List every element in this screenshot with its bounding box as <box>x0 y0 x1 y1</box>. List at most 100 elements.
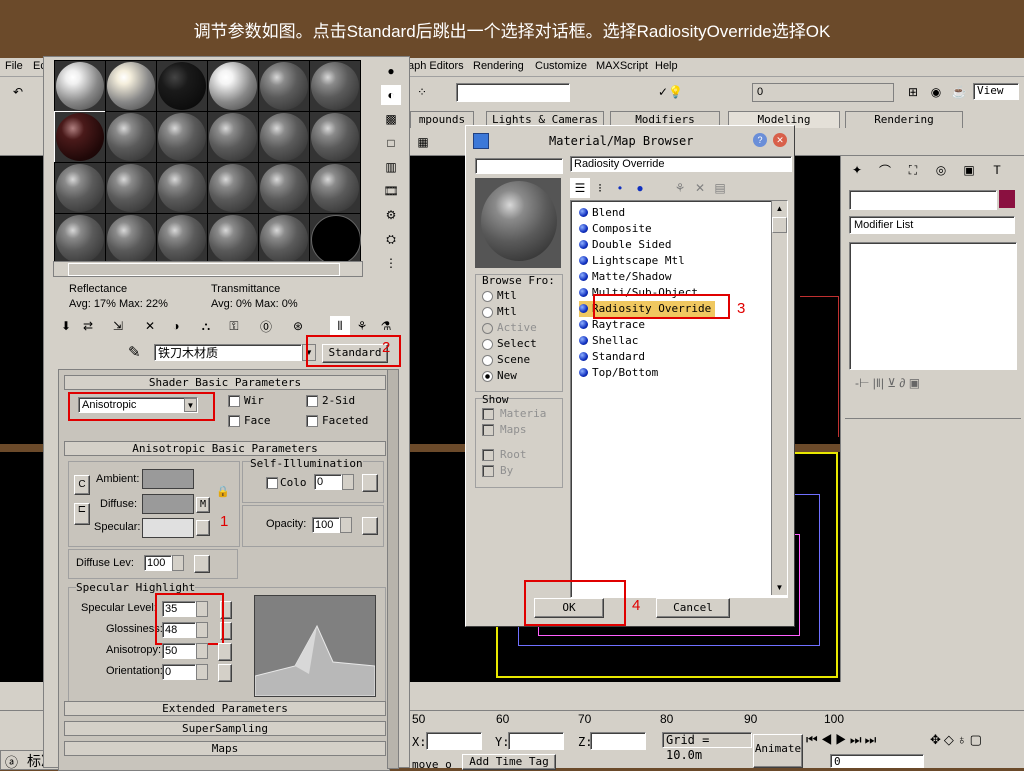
options-icon[interactable]: ⚙ <box>381 205 401 225</box>
orientation-spinner[interactable] <box>196 664 208 680</box>
slots-scrollbar[interactable] <box>53 261 363 277</box>
render-icon[interactable]: ☕ <box>949 82 969 102</box>
material-type-item[interactable]: Standard <box>579 349 769 365</box>
material-effects-channel-icon[interactable]: ⚿ <box>224 316 244 336</box>
clear-icon[interactable]: ▤ <box>710 178 730 198</box>
animate-button[interactable]: Animate <box>753 734 803 768</box>
opacity-map-button[interactable] <box>362 517 378 535</box>
lock-icon[interactable]: 🔒 <box>216 485 230 498</box>
sample-slot[interactable] <box>105 60 157 112</box>
sample-slot[interactable] <box>207 213 259 265</box>
diffuse-level-field[interactable]: 100 <box>144 555 172 571</box>
modifier-stack[interactable] <box>849 242 1017 370</box>
sample-slot[interactable] <box>105 111 157 163</box>
put-to-scene-icon[interactable]: ⇄ <box>78 316 98 336</box>
material-type-item[interactable]: Blend <box>579 205 769 221</box>
selection-set-dropdown[interactable] <box>752 83 894 102</box>
anisotropy-map-button[interactable] <box>218 643 232 661</box>
material-type-item[interactable]: Double Sided <box>579 237 769 253</box>
show-map-in-viewport-icon[interactable]: ⓪ <box>256 316 276 336</box>
self-illum-map-button[interactable] <box>362 474 378 492</box>
reset-map-icon[interactable]: ✕ <box>140 316 160 336</box>
list-scrollbar[interactable]: ▲ ▼ <box>771 201 787 595</box>
display-tab-icon[interactable]: ▣ <box>959 160 979 180</box>
material-name-field[interactable]: 铁刀木材质 <box>154 344 302 361</box>
sample-slot[interactable] <box>258 111 310 163</box>
material-type-item[interactable]: Composite <box>579 221 769 237</box>
help-icon[interactable]: ? <box>753 133 767 147</box>
sample-slot[interactable] <box>54 213 106 265</box>
make-preview-icon[interactable]: 🎞 <box>381 181 401 201</box>
sample-slot[interactable] <box>309 213 361 265</box>
ambient-color-swatch[interactable] <box>142 469 194 489</box>
material-type-list[interactable]: Blend Composite Double Sided Lightscape Mtl… <box>570 200 788 598</box>
sample-slot[interactable] <box>54 60 106 112</box>
orientation-map-button[interactable] <box>218 664 232 682</box>
show-end-result-icon[interactable]: ⊛ <box>288 316 308 336</box>
diffuse-level-map-button[interactable] <box>194 555 210 573</box>
view-list-icon[interactable]: ☰ <box>570 178 590 198</box>
sample-slot[interactable] <box>156 162 208 214</box>
shader-basic-rollout[interactable]: Shader Basic Parameters <box>64 375 386 390</box>
view-large-icons-icon[interactable]: ● <box>630 178 650 198</box>
tab-rendering[interactable]: Rendering <box>845 111 963 128</box>
create-tab-icon[interactable]: ✦ <box>847 160 867 180</box>
parameters-scrollbar[interactable] <box>387 369 399 769</box>
browse-selected-radio[interactable] <box>482 339 493 350</box>
modifier-list-dropdown[interactable]: Modifier List <box>849 216 1015 234</box>
sample-slot[interactable] <box>258 60 310 112</box>
close-icon[interactable]: ✕ <box>773 133 787 147</box>
select-icon[interactable]: ⁘ <box>412 82 432 102</box>
sample-slot[interactable] <box>309 60 361 112</box>
make-unique-icon[interactable]: ◑ <box>166 316 186 336</box>
sample-slot[interactable] <box>105 213 157 265</box>
schematic-icon[interactable]: ⊞ <box>903 82 923 102</box>
material-editor-icon[interactable]: ◉ <box>926 82 946 102</box>
select-by-material-icon[interactable]: ⛭ <box>381 229 401 249</box>
sample-slot[interactable] <box>309 162 361 214</box>
frame-field[interactable]: 0 <box>830 754 924 768</box>
object-name-field[interactable] <box>849 190 997 210</box>
browse-new-radio[interactable] <box>482 371 493 382</box>
material-type-item[interactable]: Lightscape Mtl <box>579 253 769 269</box>
menu-customize[interactable]: Customize <box>535 60 587 72</box>
menu-help[interactable]: Help <box>655 60 678 72</box>
update-scene-icon[interactable]: ⚘ <box>670 178 690 198</box>
opacity-value-field[interactable]: 100 <box>312 517 340 533</box>
specular-color-swatch[interactable] <box>142 518 194 538</box>
slots-scrollbar-thumb[interactable] <box>68 263 340 276</box>
view-small-icons-icon[interactable]: • <box>610 178 630 198</box>
material-type-item[interactable]: Shellac <box>579 333 769 349</box>
sample-slot[interactable] <box>156 213 208 265</box>
go-forward-sibling-icon[interactable]: ⚘ <box>352 316 372 336</box>
hierarchy-tab-icon[interactable]: ⛶ <box>903 160 923 180</box>
view-dropdown[interactable]: View <box>973 83 1019 100</box>
extended-parameters-rollout[interactable]: Extended Parameters <box>64 701 386 716</box>
put-to-library-icon[interactable]: ⛬ <box>196 316 216 336</box>
sample-slot[interactable] <box>156 60 208 112</box>
viewport-navigation-icon[interactable]: ✥◇♁▢ <box>930 732 985 748</box>
object-color-swatch[interactable] <box>999 190 1015 208</box>
backlight-icon[interactable]: ◐ <box>381 85 401 105</box>
pick-material-icon[interactable]: ⚗ <box>376 316 396 336</box>
sample-slot[interactable] <box>207 162 259 214</box>
scroll-up-icon[interactable]: ▲ <box>772 201 787 216</box>
sample-slot[interactable] <box>207 111 259 163</box>
grid-icon[interactable]: ▦ <box>413 132 433 152</box>
y-coord-field[interactable] <box>508 732 564 750</box>
cancel-button[interactable]: Cancel <box>656 598 730 618</box>
utilities-tab-icon[interactable]: T <box>987 160 1007 180</box>
sample-slot[interactable] <box>207 60 259 112</box>
browser-search-field[interactable] <box>475 158 563 174</box>
go-to-parent-icon[interactable]: ⫴ <box>330 316 350 336</box>
sample-slot[interactable] <box>258 213 310 265</box>
sample-slot[interactable] <box>105 162 157 214</box>
named-selection-dropdown[interactable] <box>456 83 570 102</box>
view-list-icons-icon[interactable]: ⁝ <box>590 178 610 198</box>
list-scrollbar-thumb[interactable] <box>772 217 787 233</box>
diffuse-color-swatch[interactable] <box>142 494 194 514</box>
sample-slot[interactable] <box>309 111 361 163</box>
menu-maxscript[interactable]: MAXScript <box>596 60 648 72</box>
wire-checkbox[interactable] <box>228 395 240 407</box>
browse-scene-radio[interactable] <box>482 355 493 366</box>
